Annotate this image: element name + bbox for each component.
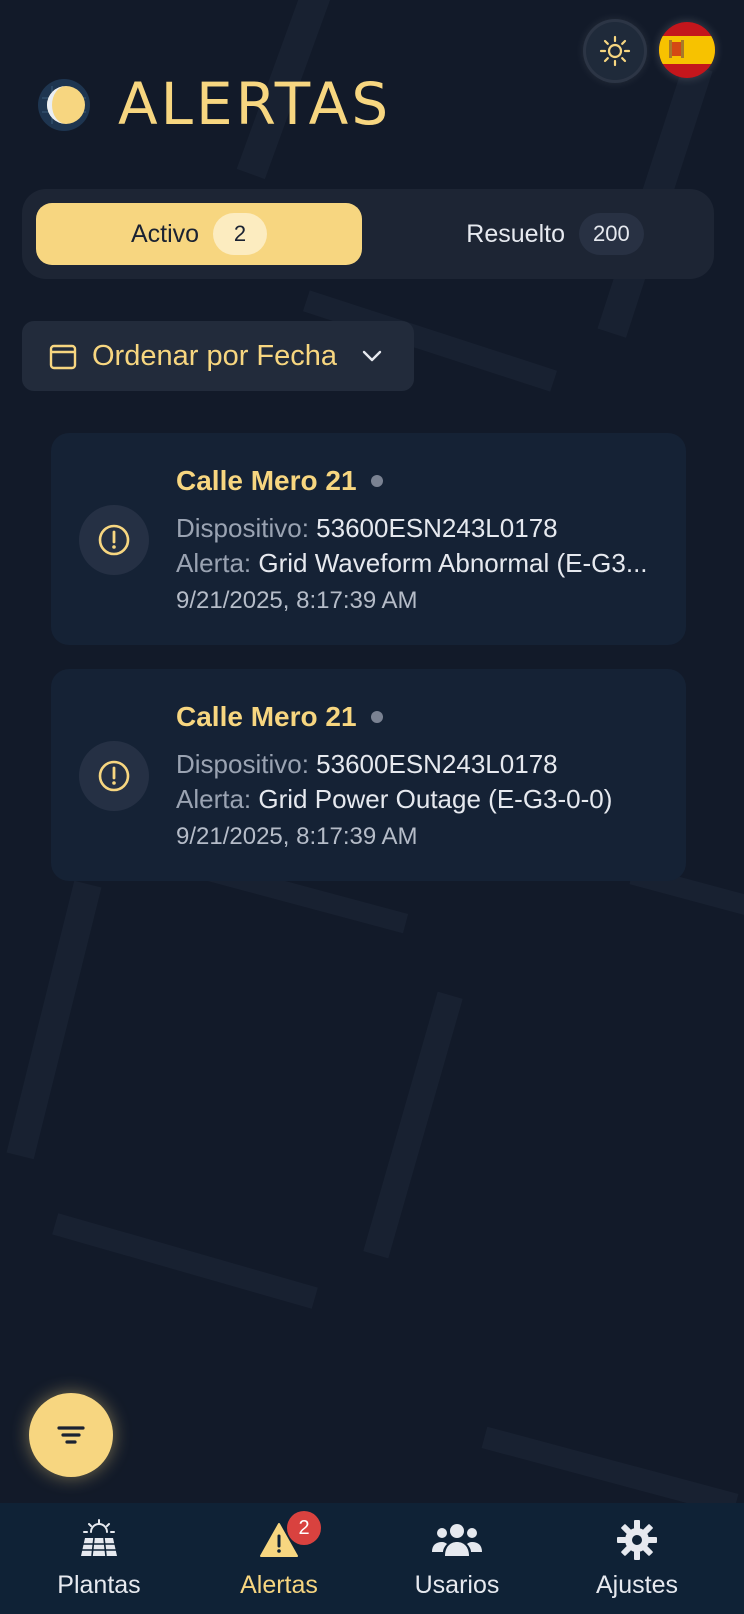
sort-dropdown[interactable]: Ordenar por Fecha — [22, 321, 414, 391]
exclamation-circle-icon — [98, 760, 130, 792]
nav-item-ajustes[interactable]: Ajustes — [544, 1503, 730, 1614]
alert-count-badge: 2 — [287, 1511, 321, 1545]
sun-icon — [599, 35, 631, 67]
alert-status-icon — [79, 741, 149, 811]
device-id: 53600ESN243L0178 — [316, 513, 558, 543]
filter-button[interactable] — [29, 1393, 113, 1477]
background-shape — [363, 991, 463, 1259]
nav-label: Alertas — [240, 1571, 318, 1599]
alert-card[interactable]: Calle Mero 21 Dispositivo: 53600ESN243L0… — [51, 433, 686, 645]
nav-label: Ajustes — [596, 1571, 678, 1599]
header: ALERTAS — [0, 0, 744, 160]
gear-icon — [617, 1520, 657, 1560]
device-label: Dispositivo: — [176, 749, 309, 779]
alert-date: 9/21/2025, 8:17:39 AM — [176, 823, 418, 850]
alert-type-line: Alerta: Grid Power Outage (E-G3-0-0) — [176, 784, 666, 815]
language-flag-button[interactable] — [659, 22, 715, 78]
alert-device-line: Dispositivo: 53600ESN243L0178 — [176, 749, 666, 780]
nav-item-plantas[interactable]: Plantas — [6, 1503, 192, 1614]
alert-type: Grid Waveform Abnormal (E-G3... — [258, 548, 648, 578]
calendar-icon — [49, 344, 77, 370]
status-dot — [370, 711, 383, 723]
tab-active[interactable]: Activo 2 — [36, 203, 362, 265]
page-title: ALERTAS — [118, 70, 392, 138]
alert-status-icon — [79, 505, 149, 575]
alert-card[interactable]: Calle Mero 21 Dispositivo: 53600ESN243L0… — [51, 669, 686, 881]
alert-label: Alerta: — [176, 784, 252, 814]
sort-label: Ordenar por Fecha — [92, 339, 338, 372]
tab-resolved-label: Resuelto — [466, 219, 565, 248]
tab-active-count: 2 — [213, 213, 268, 255]
alert-plant-name: Calle Mero 21 — [176, 465, 383, 497]
app-logo — [36, 76, 94, 134]
alert-type: Grid Power Outage (E-G3-0-0) — [258, 784, 613, 814]
solar-panel-icon — [81, 1519, 117, 1557]
status-tabs: Activo 2 Resuelto 200 — [22, 189, 714, 279]
background-shape — [6, 880, 102, 1160]
nav-label: Usarios — [414, 1571, 500, 1599]
device-label: Dispositivo: — [176, 513, 309, 543]
tab-resolved[interactable]: Resuelto 200 — [410, 203, 700, 265]
nav-label: Plantas — [57, 1571, 141, 1599]
spain-flag-icon — [659, 22, 715, 78]
status-dot — [370, 475, 383, 487]
bottom-nav: Plantas 2 Alertas Usarios Ajustes — [0, 1503, 744, 1614]
users-icon — [432, 1524, 482, 1556]
alert-label: Alerta: — [176, 548, 252, 578]
device-id: 53600ESN243L0178 — [316, 749, 558, 779]
nav-item-usarios[interactable]: Usarios — [364, 1503, 550, 1614]
alert-date: 9/21/2025, 8:17:39 AM — [176, 587, 418, 614]
theme-toggle-button[interactable] — [586, 22, 644, 80]
filter-icon — [57, 1426, 85, 1444]
alert-plant-name: Calle Mero 21 — [176, 701, 383, 733]
plant-name: Calle Mero 21 — [176, 701, 357, 732]
tab-active-label: Activo — [130, 219, 200, 248]
background-shape — [52, 1213, 318, 1309]
background-shape — [481, 1426, 739, 1516]
nav-item-alertas[interactable]: 2 Alertas — [186, 1503, 372, 1614]
plant-name: Calle Mero 21 — [176, 465, 357, 496]
alert-device-line: Dispositivo: 53600ESN243L0178 — [176, 513, 666, 544]
tab-resolved-count: 200 — [578, 213, 644, 255]
alert-type-line: Alerta: Grid Waveform Abnormal (E-G3... — [176, 548, 666, 579]
exclamation-circle-icon — [98, 524, 130, 556]
chevron-down-icon — [362, 350, 382, 362]
